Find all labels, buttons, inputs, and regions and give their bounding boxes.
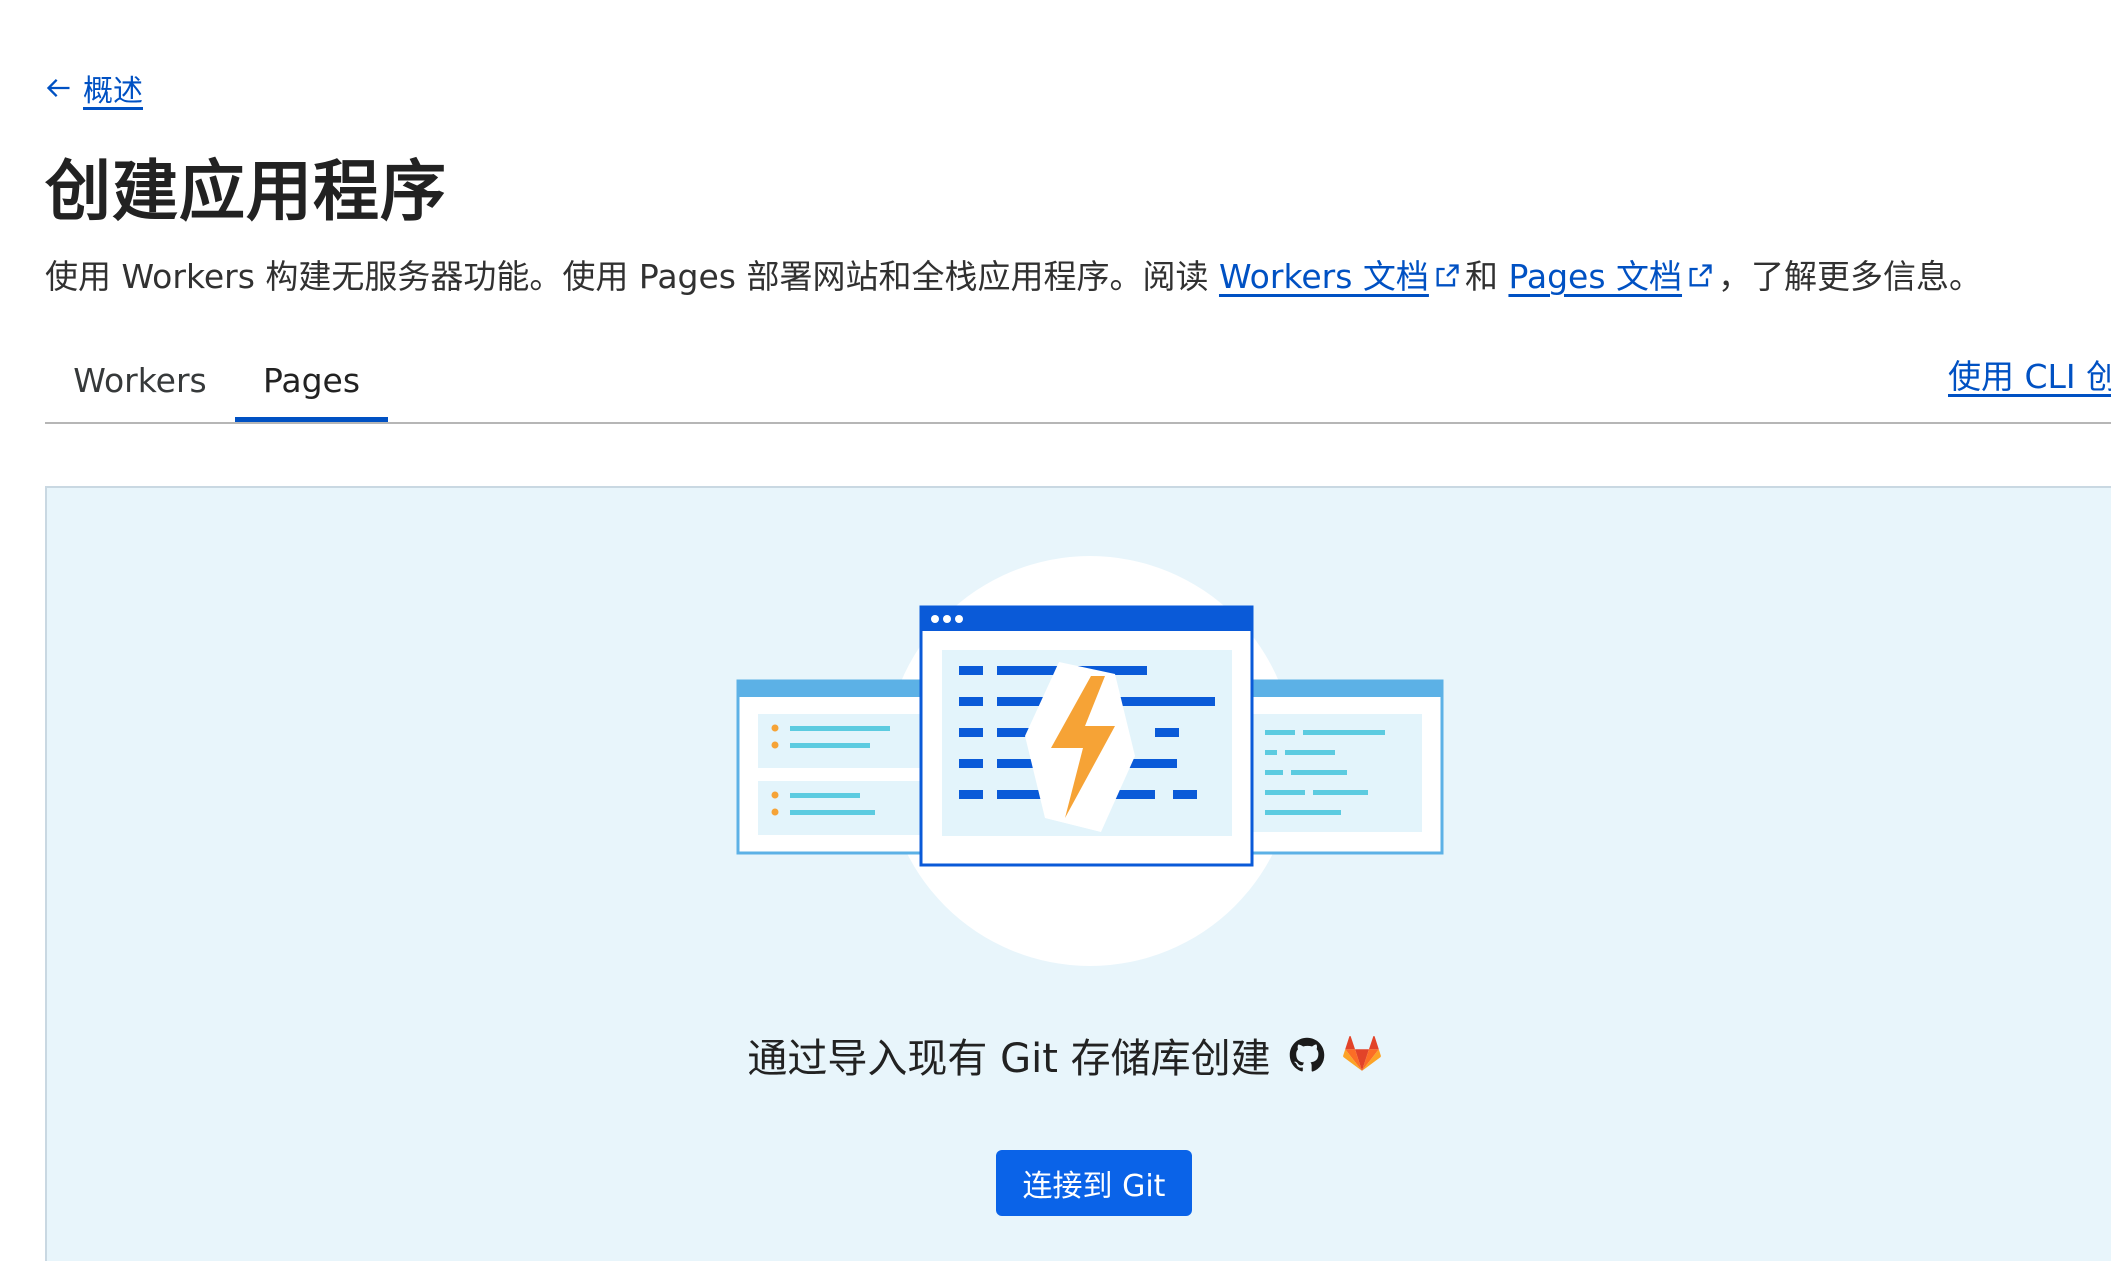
external-link-icon: [1436, 264, 1459, 287]
page-description: 使用 Workers 构建无服务器功能。使用 Pages 部署网站和全栈应用程序…: [45, 250, 1982, 298]
pages-git-panel: 通过导入现有 Git 存储库创建 连接到 Git: [45, 486, 2111, 1261]
tab-workers[interactable]: Workers: [45, 340, 235, 420]
pages-illustration: [736, 556, 1444, 966]
git-import-heading: 通过导入现有 Git 存储库创建: [47, 1026, 2081, 1084]
git-import-heading-text: 通过导入现有 Git 存储库创建: [747, 1036, 1271, 1082]
illustration-right-window: [1250, 679, 1444, 855]
back-link-label: 概述: [83, 74, 143, 109]
workers-docs-link[interactable]: Workers 文档: [1219, 257, 1429, 296]
cli-create-link[interactable]: 使用 CLI 创建: [1948, 350, 2111, 398]
github-icon: [1289, 1037, 1324, 1072]
tab-bar: Workers Pages: [45, 340, 2111, 424]
back-link-overview[interactable]: 概述: [45, 66, 143, 110]
description-text-1: 使用 Workers 构建无服务器功能。使用 Pages 部署网站和全栈应用程序…: [45, 257, 1219, 296]
illustration-left-window: [736, 679, 930, 855]
gitlab-icon: [1342, 1036, 1381, 1071]
description-text-and: 和: [1464, 257, 1509, 296]
tab-pages[interactable]: Pages: [235, 340, 388, 422]
connect-git-button[interactable]: 连接到 Git: [996, 1150, 1192, 1216]
pages-docs-link[interactable]: Pages 文档: [1508, 257, 1682, 296]
description-text-2: ，了解更多信息。: [1718, 257, 1983, 296]
page-title: 创建应用程序: [45, 153, 447, 230]
page: 概述 创建应用程序 使用 Workers 构建无服务器功能。使用 Pages 部…: [0, 0, 2111, 1261]
external-link-icon: [1689, 264, 1712, 287]
arrow-left-icon: [46, 79, 70, 97]
